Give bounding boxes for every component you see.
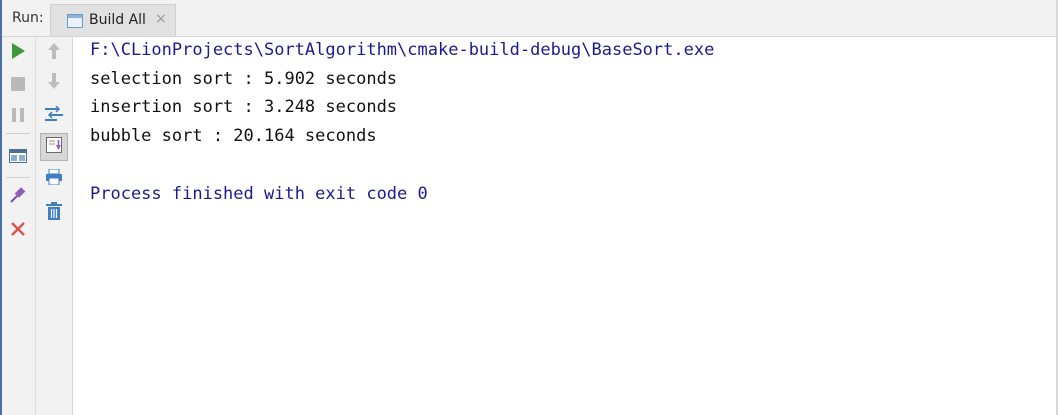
tab-label: Build All xyxy=(89,12,146,28)
run-label: Run: xyxy=(12,10,44,26)
layout-icon xyxy=(9,148,27,167)
tab-close-icon[interactable]: × xyxy=(155,11,167,27)
console-output[interactable]: F:\CLionProjects\SortAlgorithm\cmake-bui… xyxy=(74,37,1054,415)
run-toolbar-primary xyxy=(2,37,36,415)
console-output-line: selection sort : 5.902 seconds xyxy=(90,69,398,89)
scroll-to-end-icon xyxy=(46,137,62,157)
console-output-line: bubble sort : 20.164 seconds xyxy=(90,126,377,146)
stop-button[interactable] xyxy=(6,73,30,97)
pin-button[interactable] xyxy=(6,185,30,209)
down-button[interactable] xyxy=(42,71,66,95)
run-toolbar-secondary xyxy=(36,37,73,415)
console-command-line: F:\CLionProjects\SortAlgorithm\cmake-bui… xyxy=(90,40,715,60)
process-exit-message: Process finished with exit code 0 xyxy=(90,184,428,204)
arrow-down-icon xyxy=(48,73,60,93)
toolbar-separator xyxy=(6,177,30,178)
run-tab-bar: Run: Build All × xyxy=(2,0,1056,37)
toolbar-separator xyxy=(6,133,30,134)
tab-build-all[interactable]: Build All × xyxy=(50,4,176,36)
console-window-icon xyxy=(67,13,83,32)
up-button[interactable] xyxy=(42,41,66,65)
stop-icon xyxy=(11,76,25,95)
print-button[interactable] xyxy=(42,167,66,191)
pause-button[interactable] xyxy=(6,104,30,128)
play-icon xyxy=(11,43,25,63)
scroll-to-end-button[interactable] xyxy=(40,133,68,161)
clear-all-button[interactable] xyxy=(42,201,66,225)
soft-wrap-button[interactable] xyxy=(42,104,66,128)
console-output-line: insertion sort : 3.248 seconds xyxy=(90,97,398,117)
soft-wrap-icon xyxy=(45,105,63,126)
pause-icon xyxy=(12,107,24,126)
trash-icon xyxy=(46,202,62,224)
arrow-up-icon xyxy=(48,43,60,63)
print-icon xyxy=(45,168,63,189)
close-button[interactable] xyxy=(6,218,30,242)
pin-icon xyxy=(9,186,27,208)
rerun-button[interactable] xyxy=(6,41,30,65)
layout-button[interactable] xyxy=(6,145,30,169)
close-icon xyxy=(11,221,25,240)
